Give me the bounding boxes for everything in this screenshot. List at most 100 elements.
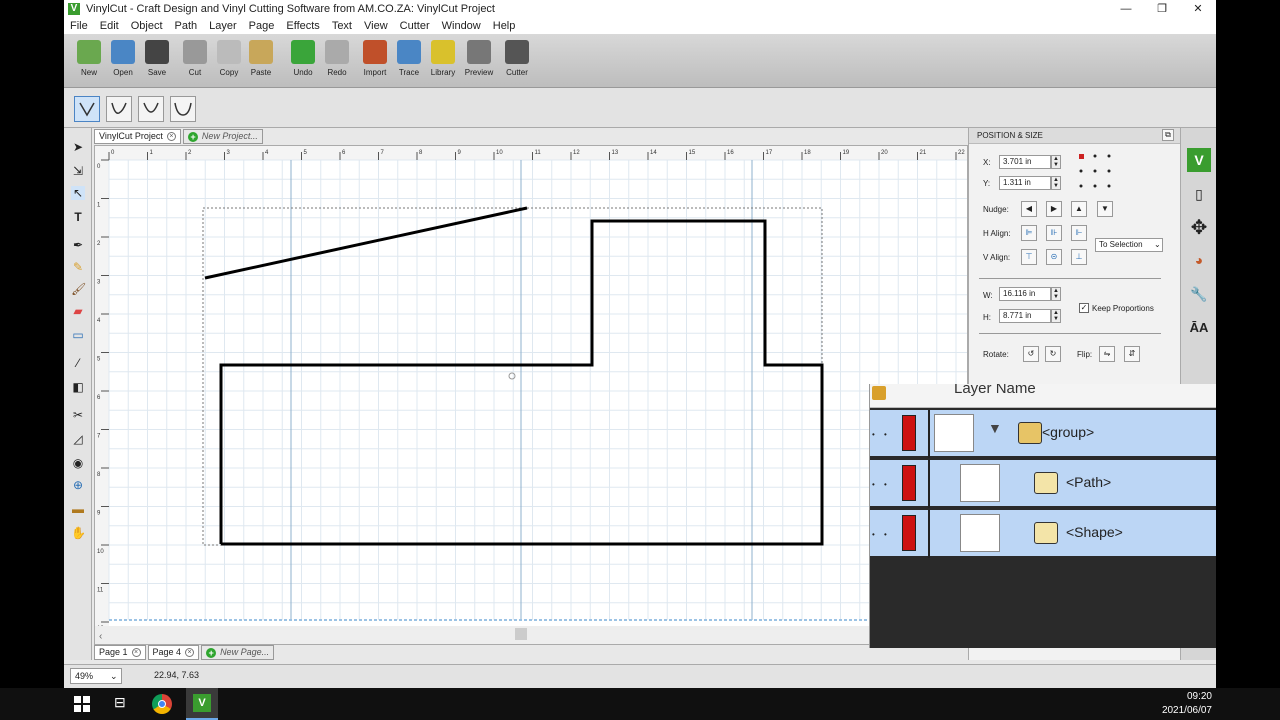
height-spinner[interactable]: ▲ ▼: [1051, 309, 1061, 323]
expand-triangle-icon[interactable]: ▼: [988, 420, 1002, 436]
minimize-button[interactable]: —: [1108, 0, 1144, 18]
cutter-button[interactable]: Cutter: [500, 40, 534, 77]
align-right-icon[interactable]: ⊩: [1071, 225, 1087, 241]
align-center-v-icon[interactable]: ⊝: [1046, 249, 1062, 265]
rectangle-tool-icon[interactable]: ▭: [71, 328, 85, 342]
layer-color-swatch[interactable]: [902, 515, 916, 551]
mode-smooth-icon[interactable]: [138, 96, 164, 122]
close-page-icon[interactable]: ×: [131, 648, 141, 657]
lock-dot-icon[interactable]: •: [884, 430, 887, 439]
contour-tool-icon[interactable]: ◉: [71, 456, 85, 470]
layer-row[interactable]: • • <Shape>: [870, 510, 1216, 558]
nudge-up-icon[interactable]: ▲: [1071, 201, 1087, 217]
vinylcut-panel-icon[interactable]: V: [1187, 148, 1211, 172]
layer-name[interactable]: <Shape>: [1066, 524, 1123, 540]
nudge-left-icon[interactable]: ◀: [1021, 201, 1037, 217]
menu-item-path[interactable]: Path: [169, 18, 204, 34]
visibility-dot-icon[interactable]: •: [872, 530, 875, 539]
pencil-tool-icon[interactable]: ✎: [71, 260, 85, 274]
maximize-button[interactable]: ❐: [1144, 0, 1180, 18]
new-button[interactable]: New: [72, 40, 106, 77]
menu-item-cutter[interactable]: Cutter: [394, 18, 436, 34]
tab-vinylcut-project[interactable]: VinylCut Project ×: [94, 129, 181, 144]
close-tab-icon[interactable]: ×: [166, 132, 176, 141]
vinylcut-taskbar-button[interactable]: V: [186, 688, 218, 720]
flip-horizontal-icon[interactable]: ⇋: [1099, 346, 1115, 362]
width-field[interactable]: 16.116 in: [999, 287, 1051, 301]
width-spinner[interactable]: ▲ ▼: [1051, 287, 1061, 301]
undo-button[interactable]: Undo: [286, 40, 320, 77]
text-tool-icon[interactable]: T: [71, 210, 85, 224]
menu-item-file[interactable]: File: [64, 18, 94, 34]
paste-button[interactable]: Paste: [244, 40, 278, 77]
close-button[interactable]: ✕: [1180, 0, 1216, 18]
lock-dot-icon[interactable]: •: [884, 530, 887, 539]
menu-item-view[interactable]: View: [358, 18, 394, 34]
brush-tool-icon[interactable]: 🖌: [71, 282, 86, 296]
page-tab[interactable]: Page 4 ×: [147, 645, 200, 660]
visibility-dot-icon[interactable]: •: [872, 430, 875, 439]
page-icon[interactable]: ▯: [1187, 182, 1211, 206]
trace-button[interactable]: Trace: [392, 40, 426, 77]
rotate-left-icon[interactable]: ↺: [1023, 346, 1039, 362]
new-page-tab[interactable]: + New Page...: [201, 645, 275, 660]
node-edit-tool-icon[interactable]: ↖: [71, 186, 85, 200]
align-left-icon[interactable]: ⊫: [1021, 225, 1037, 241]
layer-row[interactable]: • • <Path>: [870, 460, 1216, 508]
nudge-right-icon[interactable]: ▶: [1046, 201, 1062, 217]
transform-tool-icon[interactable]: ◿: [71, 432, 85, 446]
visibility-dot-icon[interactable]: •: [872, 480, 875, 489]
pen-tool-icon[interactable]: ✒: [71, 238, 85, 252]
eyedropper-tool-icon[interactable]: ⁄: [71, 356, 85, 370]
start-icon[interactable]: [74, 696, 90, 712]
task-view-icon[interactable]: ⊟: [114, 694, 126, 711]
nudge-down-icon[interactable]: ▼: [1097, 201, 1113, 217]
align-center-h-icon[interactable]: ⊪: [1046, 225, 1062, 241]
design-canvas[interactable]: 01234567891011121314151617181920212223 0…: [94, 145, 968, 645]
menu-item-layer[interactable]: Layer: [203, 18, 243, 34]
keep-proportions-checkbox[interactable]: ✓: [1079, 303, 1089, 313]
layer-name[interactable]: <group>: [1042, 424, 1094, 440]
menu-item-edit[interactable]: Edit: [94, 18, 125, 34]
select-tool-icon[interactable]: ➤: [71, 140, 85, 154]
x-field[interactable]: 3.701 in: [999, 155, 1051, 169]
menu-item-window[interactable]: Window: [436, 18, 487, 34]
cut-button[interactable]: Cut: [178, 40, 212, 77]
menu-item-page[interactable]: Page: [243, 18, 281, 34]
copy-button[interactable]: Copy: [212, 40, 246, 77]
chevron-down-icon[interactable]: ⌄: [110, 671, 118, 682]
align-target-select[interactable]: To Selection: [1095, 238, 1163, 252]
page-tab[interactable]: Page 1 ×: [94, 645, 146, 660]
lock-icon[interactable]: [872, 386, 886, 400]
wrench-icon[interactable]: 🔧: [1187, 282, 1211, 306]
x-spinner[interactable]: ▲ ▼: [1051, 155, 1061, 169]
y-spinner[interactable]: ▲ ▼: [1051, 176, 1061, 190]
panel-menu-icon[interactable]: ⧉: [1162, 129, 1174, 141]
menu-item-effects[interactable]: Effects: [280, 18, 325, 34]
text-style-icon[interactable]: ĀA: [1187, 316, 1211, 340]
layer-color-swatch[interactable]: [902, 465, 916, 501]
menu-item-object[interactable]: Object: [125, 18, 169, 34]
height-field[interactable]: 8.771 in: [999, 309, 1051, 323]
reference-point-grid[interactable]: [1079, 154, 1115, 190]
eraser-tool-icon[interactable]: ▰: [71, 304, 85, 318]
save-button[interactable]: Save: [140, 40, 174, 77]
group-select-tool-icon[interactable]: ⇲: [71, 164, 85, 178]
hand-tool-icon[interactable]: ✋: [71, 526, 86, 540]
knife-tool-icon[interactable]: ✂: [71, 408, 85, 422]
chrome-icon[interactable]: [152, 694, 172, 714]
layer-color-swatch[interactable]: [902, 415, 916, 451]
lock-dot-icon[interactable]: •: [884, 480, 887, 489]
library-button[interactable]: Library: [426, 40, 460, 77]
palette-icon[interactable]: ◕: [1187, 248, 1211, 272]
mode-node-icon[interactable]: [74, 96, 100, 122]
menu-item-text[interactable]: Text: [326, 18, 358, 34]
layer-row[interactable]: • • ▼ <group>: [870, 410, 1216, 458]
align-top-icon[interactable]: ⊤: [1021, 249, 1037, 265]
mode-curve-icon[interactable]: [106, 96, 132, 122]
rotate-right-icon[interactable]: ↻: [1045, 346, 1061, 362]
layer-name[interactable]: <Path>: [1066, 474, 1111, 490]
y-field[interactable]: 1.311 in: [999, 176, 1051, 190]
flip-vertical-icon[interactable]: ⇵: [1124, 346, 1140, 362]
move-icon[interactable]: ✥: [1187, 216, 1211, 240]
